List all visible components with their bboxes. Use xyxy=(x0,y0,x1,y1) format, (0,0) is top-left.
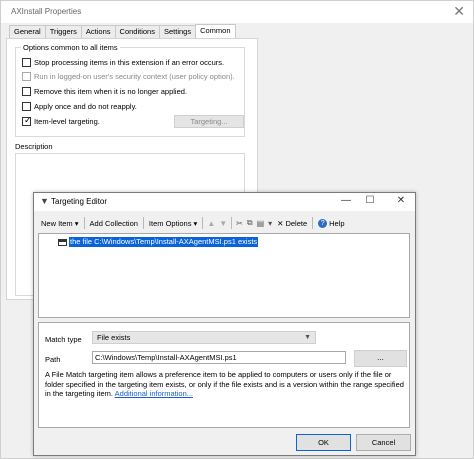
help-icon: ? xyxy=(318,218,328,228)
toolbar-divider xyxy=(231,217,233,229)
match-type-select[interactable]: File exists ▼ xyxy=(92,331,316,344)
option-label: Stop processing items in this extension … xyxy=(34,57,225,67)
editor-toolbar: New Item ▾ Add Collection Item Options ▾… xyxy=(38,215,410,231)
new-item-label: New Item xyxy=(41,218,73,228)
targeting-tree[interactable]: the file C:\Windows\Temp\Install-AXAgent… xyxy=(38,233,410,318)
option-label: Remove this item when it is no longer ap… xyxy=(34,86,187,96)
chevron-down-icon[interactable]: ▾ xyxy=(266,219,274,228)
option-remove-item[interactable]: Remove this item when it is no longer ap… xyxy=(22,85,187,97)
browse-button[interactable]: ... xyxy=(354,350,407,367)
toolbar-divider xyxy=(83,217,85,229)
move-down-icon[interactable]: ▼ xyxy=(217,219,229,228)
description-label: Description xyxy=(15,142,53,151)
item-options-menu[interactable]: Item Options ▾ xyxy=(146,219,200,228)
tab-conditions[interactable]: Conditions xyxy=(114,25,160,38)
path-input[interactable] xyxy=(92,351,346,364)
item-properties-panel: Match type File exists ▼ Path ... A File… xyxy=(38,322,410,428)
additional-information-link[interactable]: Additional information... xyxy=(115,389,193,398)
option-item-level-targeting[interactable]: ✓ Item-level targeting. xyxy=(22,115,100,127)
toolbar-divider xyxy=(202,217,204,229)
close-icon[interactable]: ✕ xyxy=(394,195,408,206)
options-group: Options common to all items Stop process… xyxy=(15,43,245,137)
properties-window-title: AXInstall Properties xyxy=(11,7,82,16)
properties-titlebar: AXInstall Properties ✕ xyxy=(1,1,473,23)
checkbox[interactable] xyxy=(22,101,31,111)
maximize-icon[interactable]: ☐ xyxy=(363,195,377,206)
help-text: A File Match targeting item allows a pre… xyxy=(45,370,404,398)
editor-title: Targeting Editor xyxy=(51,197,108,206)
help-button[interactable]: ? Help xyxy=(315,218,347,228)
targeting-button[interactable]: Targeting... xyxy=(174,115,244,128)
tab-triggers[interactable]: Triggers xyxy=(44,25,82,38)
match-type-label: Match type xyxy=(45,335,82,344)
toolbar-divider xyxy=(142,217,144,229)
cut-icon[interactable]: ✂ xyxy=(234,219,245,228)
checkbox xyxy=(22,71,31,81)
match-type-value: File exists xyxy=(97,333,131,342)
new-item-menu[interactable]: New Item ▾ xyxy=(38,219,82,228)
checkbox[interactable] xyxy=(22,86,31,96)
delete-button[interactable]: ✕ Delete xyxy=(274,219,310,228)
ok-button[interactable]: OK xyxy=(296,434,351,451)
tab-actions[interactable]: Actions xyxy=(80,25,116,38)
tree-item-file-match[interactable]: the file C:\Windows\Temp\Install-AXAgent… xyxy=(58,237,259,247)
tab-settings[interactable]: Settings xyxy=(158,25,197,38)
options-group-legend: Options common to all items xyxy=(21,43,120,52)
editor-titlebar: ▼ Targeting Editor — ☐ ✕ xyxy=(34,193,415,211)
option-label: Run in logged-on user's security context… xyxy=(34,71,235,81)
tab-general[interactable]: General xyxy=(9,25,46,38)
cancel-button[interactable]: Cancel xyxy=(356,434,411,451)
add-collection-button[interactable]: Add Collection xyxy=(87,219,141,228)
close-icon[interactable]: ✕ xyxy=(453,3,465,20)
copy-icon[interactable]: ⧉ xyxy=(245,218,255,228)
minimize-icon[interactable]: — xyxy=(339,195,353,206)
move-up-icon[interactable]: ▲ xyxy=(205,219,217,228)
tree-item-label: the file C:\Windows\Temp\Install-AXAgent… xyxy=(69,237,259,247)
tab-common[interactable]: Common xyxy=(195,24,236,38)
paste-icon[interactable]: ▤ xyxy=(255,219,267,228)
delete-label: Delete xyxy=(285,218,308,228)
help-description: A File Match targeting item allows a pre… xyxy=(45,370,407,399)
delete-icon: ✕ xyxy=(277,218,284,228)
chevron-down-icon: ▾ xyxy=(193,218,198,228)
checkmark-icon: ✓ xyxy=(24,114,32,125)
option-run-as-user: Run in logged-on user's security context… xyxy=(22,70,235,82)
targeting-editor-window: ▼ Targeting Editor — ☐ ✕ New Item ▾ Add … xyxy=(33,192,416,456)
chevron-down-icon: ▼ xyxy=(304,334,311,341)
properties-tabs: General Triggers Actions Conditions Sett… xyxy=(9,24,236,38)
item-options-label: Item Options xyxy=(148,218,192,228)
option-apply-once[interactable]: Apply once and do not reapply. xyxy=(22,100,137,112)
chevron-down-icon: ▾ xyxy=(74,218,79,228)
toolbar-divider xyxy=(312,217,314,229)
option-label: Apply once and do not reapply. xyxy=(34,101,137,111)
file-match-icon xyxy=(58,238,67,246)
path-label: Path xyxy=(45,355,61,364)
option-stop-processing[interactable]: Stop processing items in this extension … xyxy=(22,56,224,68)
filter-icon: ▼ xyxy=(40,196,49,206)
help-label: Help xyxy=(329,218,345,228)
checkbox-checked[interactable]: ✓ xyxy=(22,114,32,126)
checkbox[interactable] xyxy=(22,57,31,67)
option-label: Item-level targeting. xyxy=(34,116,100,126)
